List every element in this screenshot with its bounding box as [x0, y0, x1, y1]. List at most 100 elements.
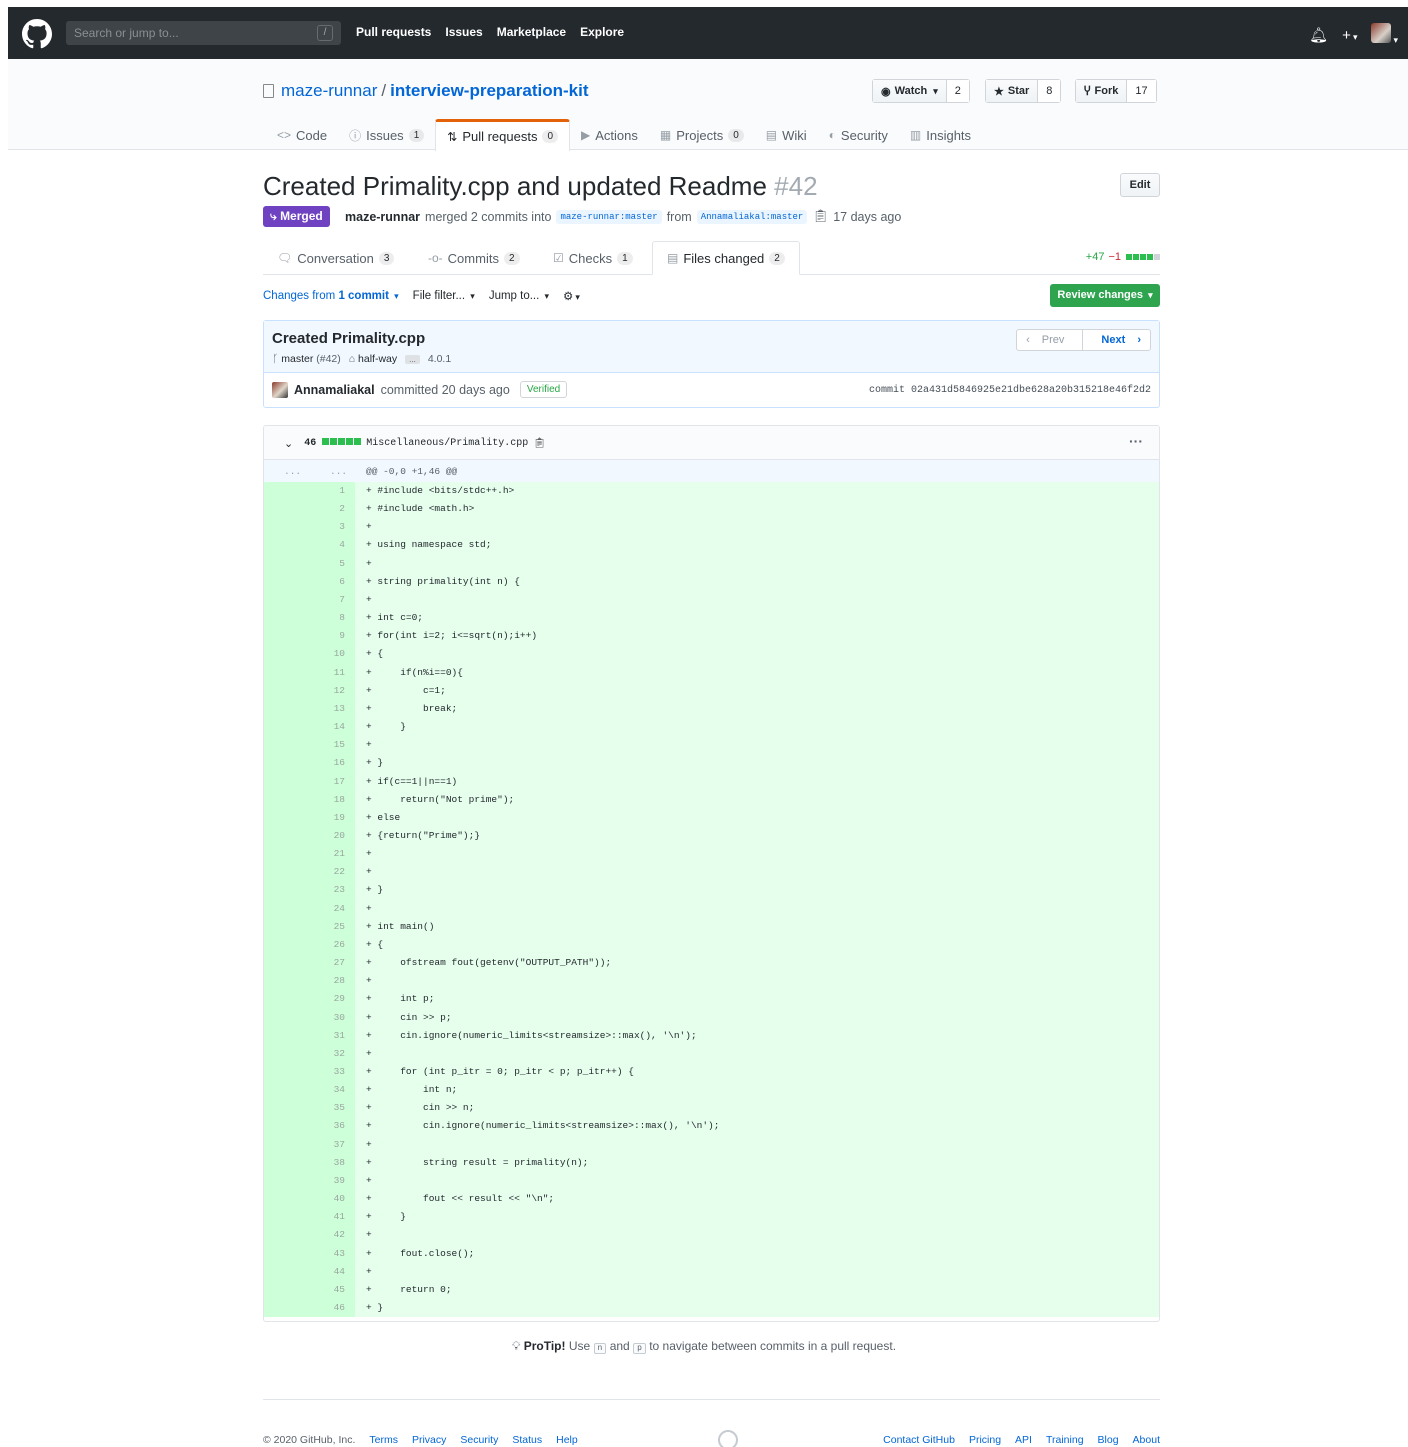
line-number[interactable]: 37	[264, 1135, 355, 1154]
footer-link-api[interactable]: API	[1015, 1434, 1032, 1446]
line-number[interactable]: 21	[264, 845, 355, 864]
tab-files-changed[interactable]: ▤ Files changed 2	[652, 241, 800, 275]
expand-button[interactable]: ...	[330, 466, 347, 477]
watch-count[interactable]: 2	[946, 80, 969, 102]
tab-pull-requests[interactable]: ⇅ Pull requests 0	[435, 119, 571, 151]
nav-pull-requests[interactable]: Pull requests	[356, 25, 431, 39]
plus-icon[interactable]: + ▾	[1342, 27, 1357, 44]
repo-name-link[interactable]: interview-preparation-kit	[390, 81, 588, 101]
line-number[interactable]: 35	[264, 1099, 355, 1118]
star-button[interactable]: ★ Star 8	[985, 79, 1062, 103]
line-number[interactable]: 9	[264, 627, 355, 646]
tab-checks[interactable]: ☑ Checks 1	[553, 241, 633, 275]
nav-explore[interactable]: Explore	[580, 25, 624, 39]
star-count[interactable]: 8	[1038, 80, 1061, 102]
nav-issues[interactable]: Issues	[445, 25, 482, 39]
review-changes-button[interactable]: Review changes ▾	[1050, 284, 1160, 307]
line-number[interactable]: 6	[264, 572, 355, 591]
expand-button[interactable]: ...	[284, 466, 301, 477]
watch-button[interactable]: ◉ Watch ▾ 2	[872, 79, 970, 103]
line-number[interactable]: 36	[264, 1117, 355, 1136]
line-number[interactable]: 20	[264, 826, 355, 846]
line-number[interactable]: 8	[264, 609, 355, 628]
tab-conversation[interactable]: 🗨︎ Conversation 3	[277, 241, 395, 275]
line-number[interactable]: 22	[264, 863, 355, 882]
edit-button[interactable]: Edit	[1120, 173, 1160, 197]
tab-commits[interactable]: -o- Commits 2	[428, 241, 520, 275]
tab-wiki[interactable]: ▤ Wiki	[755, 119, 818, 151]
line-number[interactable]: 30	[264, 1008, 355, 1027]
file-path-link[interactable]: Miscellaneous/Primality.cpp	[366, 438, 528, 449]
line-number[interactable]: 29	[264, 990, 355, 1009]
clipboard-icon[interactable]: 📋︎	[812, 209, 828, 224]
footer-link-pricing[interactable]: Pricing	[969, 1434, 1001, 1446]
line-number[interactable]: 23	[264, 881, 355, 900]
github-mark-icon[interactable]	[718, 1430, 738, 1447]
line-number[interactable]: 38	[264, 1153, 355, 1172]
line-number[interactable]: 12	[264, 681, 355, 700]
file-filter-menu[interactable]: File filter... ▾	[413, 290, 475, 302]
commit-title[interactable]: Created Primality.cpp	[272, 330, 425, 347]
tab-code[interactable]: <> Code	[266, 119, 338, 151]
clipboard-icon[interactable]: 📋︎	[533, 438, 546, 449]
line-number[interactable]: 16	[264, 754, 355, 773]
fork-count[interactable]: 17	[1127, 80, 1156, 102]
more-options-icon[interactable]: ···	[1129, 433, 1143, 449]
footer-link-status[interactable]: Status	[512, 1434, 542, 1446]
line-number[interactable]: 2	[264, 500, 355, 519]
line-number[interactable]: 46	[264, 1299, 355, 1318]
tab-issues[interactable]: ⓘ Issues 1	[338, 119, 435, 151]
tab-insights[interactable]: ▥ Insights	[899, 119, 982, 151]
line-number[interactable]: 40	[264, 1190, 355, 1209]
base-branch[interactable]: maze-runnar:master	[556, 209, 662, 224]
line-number[interactable]: 34	[264, 1081, 355, 1100]
footer-link-training[interactable]: Training	[1046, 1434, 1084, 1446]
line-number[interactable]: 7	[264, 590, 355, 610]
line-number[interactable]: 4	[264, 536, 355, 555]
nav-marketplace[interactable]: Marketplace	[497, 25, 566, 39]
line-number[interactable]: 39	[264, 1171, 355, 1191]
footer-link-contact[interactable]: Contact GitHub	[883, 1434, 955, 1446]
tab-projects[interactable]: ▦ Projects 0	[649, 119, 755, 151]
line-number[interactable]: 33	[264, 1063, 355, 1082]
line-number[interactable]: 26	[264, 935, 355, 955]
line-number[interactable]: 18	[264, 790, 355, 809]
line-number[interactable]: 31	[264, 1026, 355, 1045]
line-number[interactable]: 5	[264, 554, 355, 573]
branch-ref[interactable]: ᚴ master (#42)	[272, 353, 341, 365]
fork-button[interactable]: Ⴤ Fork 17	[1075, 79, 1157, 103]
footer-link-privacy[interactable]: Privacy	[412, 1434, 446, 1446]
repo-owner-link[interactable]: maze-runnar	[281, 81, 377, 101]
footer-link-terms[interactable]: Terms	[369, 1434, 398, 1446]
chevron-down-icon[interactable]: ⌄	[284, 437, 293, 450]
line-number[interactable]: 11	[264, 663, 355, 682]
github-logo-icon[interactable]	[22, 19, 52, 49]
line-number[interactable]: 1	[264, 482, 355, 501]
footer-link-blog[interactable]: Blog	[1098, 1434, 1119, 1446]
gear-icon[interactable]: ⚙ ▾	[563, 289, 580, 303]
line-number[interactable]: 42	[264, 1226, 355, 1245]
tag-ref-2[interactable]: 4.0.1	[428, 353, 451, 365]
line-number[interactable]: 25	[264, 917, 355, 936]
pr-author-link[interactable]: maze-runnar	[345, 210, 420, 224]
line-number[interactable]: 13	[264, 699, 355, 719]
line-number[interactable]: 32	[264, 1044, 355, 1063]
line-number[interactable]: 14	[264, 718, 355, 737]
changes-from-menu[interactable]: Changes from 1 commit ▾	[263, 290, 399, 302]
line-number[interactable]: 19	[264, 808, 355, 827]
line-number[interactable]: 43	[264, 1244, 355, 1263]
avatar[interactable]	[272, 381, 288, 398]
line-number[interactable]: 3	[264, 518, 355, 537]
line-number[interactable]: 17	[264, 772, 355, 791]
footer-link-help[interactable]: Help	[556, 1434, 578, 1446]
tab-actions[interactable]: ▶ Actions	[570, 119, 649, 151]
search-input[interactable]: Search or jump to... /	[66, 21, 341, 45]
jump-to-menu[interactable]: Jump to... ▾	[489, 290, 549, 302]
prev-button[interactable]: ‹ Prev	[1017, 330, 1084, 350]
head-branch[interactable]: Annamaliakal:master	[696, 209, 808, 224]
line-number[interactable]: 24	[264, 899, 355, 918]
line-number[interactable]: 15	[264, 736, 355, 755]
more-refs-button[interactable]: ...	[405, 354, 420, 364]
line-number[interactable]: 41	[264, 1208, 355, 1227]
user-menu[interactable]: ▾	[1371, 23, 1398, 47]
